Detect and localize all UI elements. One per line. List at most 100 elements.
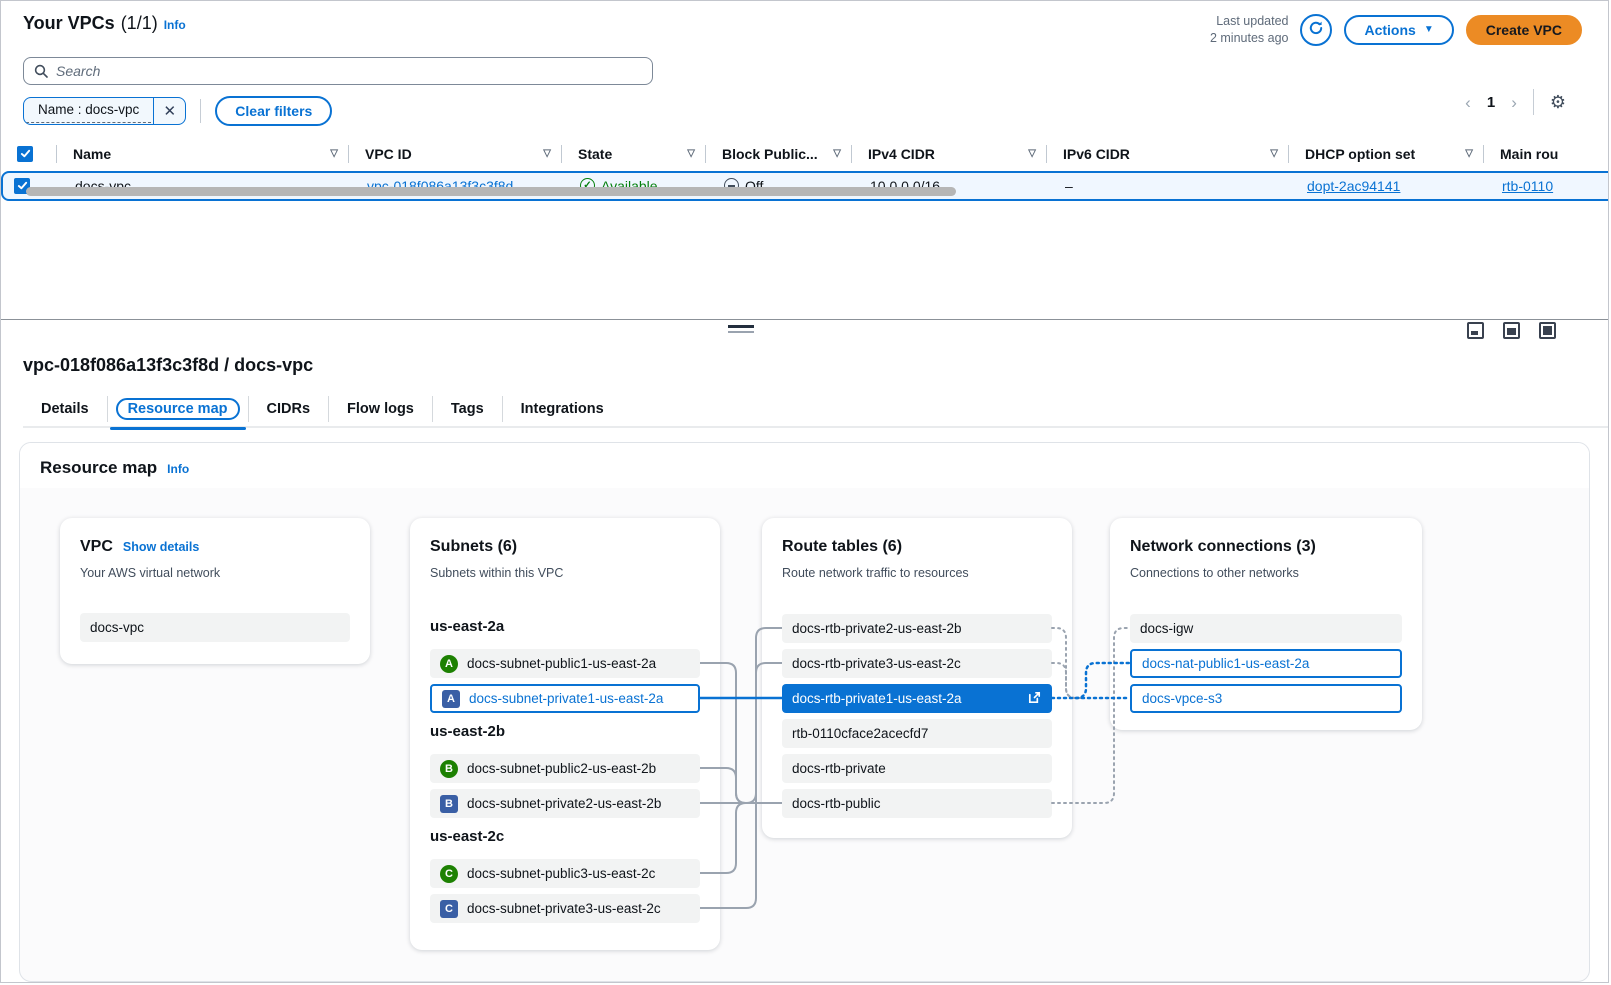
filter-token[interactable]: Name : docs-vpc ✕ [23, 97, 186, 125]
route-table-node[interactable]: docs-rtb-private [782, 754, 1052, 783]
public-subnet-icon: A [440, 655, 458, 673]
close-icon: ✕ [164, 102, 177, 120]
table-row[interactable]: docs-vpc vpc-018f086a13f3c3f8d ✓ Availab… [1, 171, 1609, 201]
divider [200, 99, 201, 123]
route-tables-card-title: Route tables (6) [782, 538, 902, 556]
public-subnet-icon: B [440, 760, 458, 778]
filter-icon[interactable]: ▽ [330, 148, 338, 159]
split-divider [1, 319, 1608, 341]
header-actions: Last updated 2 minutes ago Actions ▼ Cre… [1210, 13, 1582, 47]
search-bar[interactable] [23, 57, 653, 85]
detail-title: vpc-018f086a13f3c3f8d / docs-vpc [23, 355, 1608, 376]
main-route-link[interactable]: rtb-0110 [1502, 178, 1553, 194]
drag-handle[interactable] [728, 325, 754, 336]
clear-filters-button[interactable]: Clear filters [215, 96, 332, 126]
column-header-dhcp[interactable]: DHCP option set▽ [1289, 145, 1484, 163]
filter-icon[interactable]: ▽ [687, 148, 695, 159]
subnet-node[interactable]: B docs-subnet-private2-us-east-2b [430, 789, 700, 818]
list-header: Your VPCs (1/1) Info Last updated 2 minu… [1, 13, 1608, 47]
resource-map-container: Resource map Info VPC Show details [19, 442, 1590, 982]
subnet-node-selected[interactable]: A docs-subnet-private1-us-east-2a [430, 684, 700, 713]
subnets-card: Subnets (6) Subnets within this VPC us-e… [410, 518, 720, 950]
panel-medium-icon[interactable] [1503, 322, 1520, 339]
route-table-node[interactable]: docs-rtb-private3-us-east-2c [782, 649, 1052, 678]
panel-small-icon[interactable] [1467, 322, 1484, 339]
public-subnet-icon: C [440, 865, 458, 883]
route-table-node[interactable]: docs-rtb-private2-us-east-2b [782, 614, 1052, 643]
tab-tags[interactable]: Tags [433, 396, 503, 422]
search-icon [34, 64, 48, 78]
connection-node-highlighted[interactable]: docs-vpce-s3 [1130, 684, 1402, 713]
vpc-card-subtitle: Your AWS virtual network [80, 566, 220, 580]
page-number[interactable]: 1 [1487, 94, 1495, 111]
select-all-checkbox[interactable] [17, 146, 33, 162]
filter-icon[interactable]: ▽ [543, 148, 551, 159]
panel-size-controls [1467, 322, 1556, 339]
show-details-link[interactable]: Show details [123, 540, 199, 554]
connection-node[interactable]: docs-igw [1130, 614, 1402, 643]
vpc-node[interactable]: docs-vpc [80, 613, 350, 642]
horizontal-scrollbar[interactable] [26, 187, 956, 196]
route-tables-card-subtitle: Route network traffic to resources [782, 566, 969, 580]
vpc-console-screen: Your VPCs (1/1) Info Last updated 2 minu… [0, 0, 1609, 983]
column-header-vpc-id[interactable]: VPC ID▽ [349, 145, 562, 163]
remove-filter-button[interactable]: ✕ [153, 98, 185, 124]
tab-flow-logs[interactable]: Flow logs [329, 396, 433, 422]
refresh-icon [1308, 20, 1324, 39]
column-header-ipv6[interactable]: IPv6 CIDR▽ [1047, 145, 1289, 163]
column-header-state[interactable]: State▽ [562, 145, 706, 163]
info-link[interactable]: Info [164, 18, 186, 32]
search-input[interactable] [56, 63, 642, 79]
private-subnet-icon: A [442, 690, 460, 708]
column-header-block-public[interactable]: Block Public...▽ [706, 145, 852, 163]
cell-dhcp: dopt-2ac94141 [1291, 178, 1486, 194]
next-page-icon[interactable]: › [1511, 94, 1517, 111]
column-header-name[interactable]: Name▽ [57, 145, 349, 163]
panel-full-icon[interactable] [1539, 322, 1556, 339]
az-header: us-east-2b [430, 723, 505, 740]
route-table-node[interactable]: docs-rtb-public [782, 789, 1052, 818]
divider [1533, 89, 1534, 115]
gear-icon[interactable]: ⚙ [1550, 92, 1566, 113]
tab-details[interactable]: Details [23, 396, 108, 422]
page-title: Your VPCs (1/1) Info [23, 13, 186, 34]
subnets-card-title: Subnets (6) [430, 538, 517, 556]
az-header: us-east-2c [430, 828, 504, 845]
info-link[interactable]: Info [167, 462, 189, 476]
column-header-main-route[interactable]: Main rou [1484, 145, 1609, 163]
subnet-node[interactable]: C docs-subnet-public3-us-east-2c [430, 859, 700, 888]
external-link-icon[interactable] [1027, 690, 1042, 708]
cell-ipv6: – [1049, 178, 1291, 194]
vpc-list-panel: Your VPCs (1/1) Info Last updated 2 minu… [1, 1, 1608, 319]
refresh-button[interactable] [1300, 14, 1332, 46]
subnet-node[interactable]: A docs-subnet-public1-us-east-2a [430, 649, 700, 678]
network-connections-card-subtitle: Connections to other networks [1130, 566, 1299, 580]
route-table-node[interactable]: rtb-0110cface2acecfd7 [782, 719, 1052, 748]
vpc-card-title: VPC Show details [80, 538, 199, 556]
create-vpc-button[interactable]: Create VPC [1466, 15, 1582, 45]
route-table-node-selected[interactable]: docs-rtb-private1-us-east-2a [782, 684, 1052, 713]
subnet-node[interactable]: B docs-subnet-public2-us-east-2b [430, 754, 700, 783]
network-connections-card-title: Network connections (3) [1130, 538, 1316, 556]
filter-row: Name : docs-vpc ✕ Clear filters [23, 97, 1586, 125]
vpc-card: VPC Show details Your AWS virtual networ… [60, 518, 370, 664]
filter-icon[interactable]: ▽ [1028, 148, 1036, 159]
page-title-text: Your VPCs [23, 13, 115, 34]
chevron-down-icon: ▼ [1424, 24, 1434, 35]
prev-page-icon[interactable]: ‹ [1465, 94, 1471, 111]
filter-icon[interactable]: ▽ [1465, 148, 1473, 159]
route-tables-card: Route tables (6) Route network traffic t… [762, 518, 1072, 838]
filter-icon[interactable]: ▽ [833, 148, 841, 159]
subnet-node[interactable]: C docs-subnet-private3-us-east-2c [430, 894, 700, 923]
filter-icon[interactable]: ▽ [1270, 148, 1278, 159]
connection-node-highlighted[interactable]: docs-nat-public1-us-east-2a [1130, 649, 1402, 678]
subnets-card-subtitle: Subnets within this VPC [430, 566, 563, 580]
private-subnet-icon: B [440, 795, 458, 813]
dhcp-link[interactable]: dopt-2ac94141 [1307, 178, 1400, 194]
tab-resource-map[interactable]: Resource map [108, 396, 249, 422]
actions-button[interactable]: Actions ▼ [1344, 15, 1453, 45]
tab-cidrs[interactable]: CIDRs [249, 396, 330, 422]
private-subnet-icon: C [440, 900, 458, 918]
tab-integrations[interactable]: Integrations [503, 396, 622, 422]
column-header-ipv4[interactable]: IPv4 CIDR▽ [852, 145, 1047, 163]
